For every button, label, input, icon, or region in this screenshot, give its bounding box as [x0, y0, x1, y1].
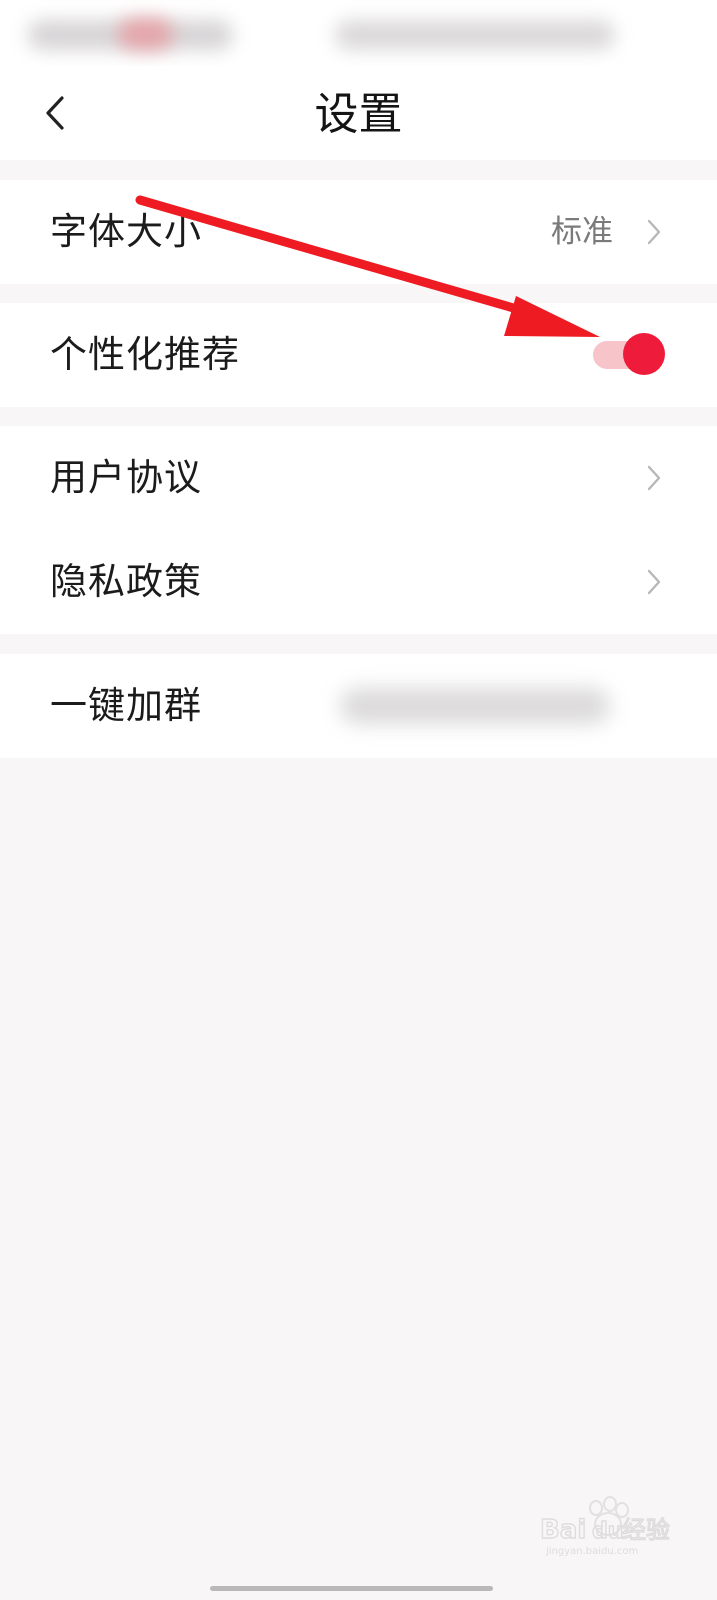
baidu-jingyan-watermark: Bai du 经验 jingyan.baidu.com [540, 1492, 700, 1558]
navigation-bar: 设置 [0, 66, 717, 160]
svg-text:经验: 经验 [622, 1516, 670, 1544]
status-bar-blurred-indicator [118, 18, 173, 50]
status-bar-blurred-right [335, 20, 615, 50]
status-bar [0, 0, 717, 66]
svg-text:jingyan.baidu.com: jingyan.baidu.com [545, 1546, 638, 1557]
join-group-label: 一键加群 [50, 684, 202, 727]
settings-group-display: 字体大小 标准 [0, 180, 717, 284]
privacy-policy-label: 隐私政策 [50, 560, 202, 603]
privacy-policy-row[interactable]: 隐私政策 [0, 530, 717, 634]
chevron-right-icon [643, 565, 665, 599]
settings-group-recommendation: 个性化推荐 [0, 303, 717, 407]
chevron-right-icon [643, 461, 665, 495]
personalized-recommendation-row: 个性化推荐 [0, 303, 717, 407]
chevron-right-icon [643, 215, 665, 249]
personalized-recommendation-label: 个性化推荐 [50, 333, 240, 376]
svg-text:Bai: Bai [540, 1515, 586, 1545]
home-indicator [210, 1586, 493, 1591]
personalized-recommendation-toggle[interactable] [593, 333, 665, 375]
user-agreement-row[interactable]: 用户协议 [0, 426, 717, 530]
settings-group-legal: 用户协议 隐私政策 [0, 426, 717, 634]
font-size-row[interactable]: 字体大小 标准 [0, 180, 717, 284]
font-size-label: 字体大小 [50, 210, 202, 253]
page-title: 设置 [314, 89, 403, 140]
svg-text:du: du [592, 1519, 623, 1544]
user-agreement-label: 用户协议 [50, 456, 202, 499]
toggle-knob [623, 333, 665, 375]
join-group-row[interactable]: 一键加群 [0, 654, 717, 758]
font-size-value: 标准 [551, 214, 613, 250]
settings-group-community: 一键加群 [0, 654, 717, 758]
join-group-blurred-value [340, 688, 610, 724]
